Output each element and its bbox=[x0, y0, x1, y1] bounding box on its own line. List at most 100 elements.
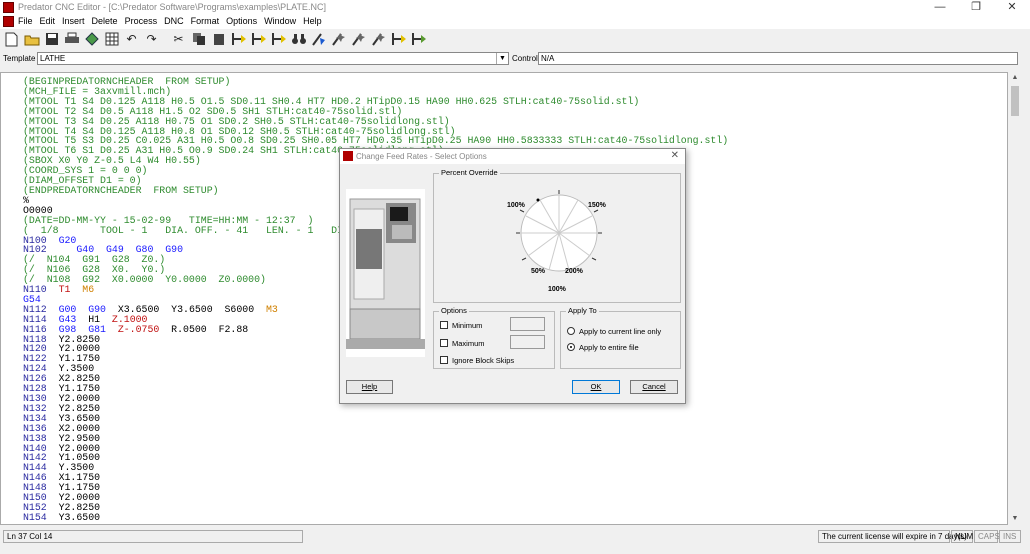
dialog-title-bar: Change Feed Rates - Select Options ✕ bbox=[340, 149, 685, 164]
code-token: N154 bbox=[23, 511, 59, 523]
redo-icon[interactable]: ↷ bbox=[143, 31, 160, 48]
help-button[interactable]: Help bbox=[346, 380, 393, 394]
maximize-button[interactable]: ❐ bbox=[958, 0, 994, 15]
title-bar: Predator CNC Editor - [C:\Predator Softw… bbox=[0, 0, 1030, 15]
minimum-label: Minimum bbox=[452, 321, 483, 330]
license-status: The current license will expire in 7 day… bbox=[818, 530, 967, 543]
delete-icon[interactable] bbox=[350, 31, 367, 48]
menu-format[interactable]: Format bbox=[191, 16, 220, 26]
code-line[interactable]: N144 Y.3500 bbox=[23, 463, 728, 473]
chevron-down-icon[interactable]: ▼ bbox=[496, 53, 508, 64]
paste-icon[interactable] bbox=[210, 31, 227, 48]
template-label: Template bbox=[3, 54, 36, 63]
template-value: LATHE bbox=[40, 54, 66, 63]
percent-override-group: Percent Override 100% 150% 50% 200% 100% bbox=[433, 168, 681, 303]
code-line[interactable]: N140 Y2.0000 bbox=[23, 443, 728, 454]
process-icon[interactable] bbox=[370, 31, 387, 48]
maximum-field[interactable] bbox=[510, 335, 545, 349]
code-line[interactable]: N134 Y3.6500 bbox=[23, 413, 728, 424]
ignore-block-skips-label: Ignore Block Skips bbox=[452, 356, 515, 365]
control-field[interactable]: N/A bbox=[538, 52, 1018, 65]
control-label: Control bbox=[512, 54, 538, 63]
code-line[interactable]: N136 X2.0000 bbox=[23, 423, 728, 434]
lathe-machine-image bbox=[346, 189, 425, 357]
dial-label-200: 200% bbox=[565, 268, 583, 275]
code-line[interactable]: N154 Y3.6500 bbox=[23, 511, 728, 523]
code-line[interactable]: N150 Y2.0000 bbox=[23, 493, 728, 503]
save-icon[interactable] bbox=[43, 31, 60, 48]
apply-entire-file-label: Apply to entire file bbox=[579, 343, 639, 352]
insert-mode-indicator: INS bbox=[999, 530, 1021, 543]
code-line[interactable]: N132 Y2.8250 bbox=[23, 403, 728, 414]
code-token: Y3.6500 bbox=[58, 511, 101, 523]
dial-pointer bbox=[536, 198, 540, 202]
scroll-down-icon[interactable]: ▼ bbox=[1009, 513, 1021, 525]
replace-icon[interactable] bbox=[250, 31, 267, 48]
scroll-up-icon[interactable]: ▲ bbox=[1009, 72, 1021, 84]
insert-icon[interactable] bbox=[330, 31, 347, 48]
document-icon[interactable] bbox=[3, 16, 14, 27]
flag-icon[interactable] bbox=[410, 31, 427, 48]
menu-window[interactable]: Window bbox=[264, 16, 296, 26]
code-token: M3 bbox=[265, 303, 278, 315]
close-button[interactable]: ✕ bbox=[994, 0, 1030, 15]
copy-icon[interactable] bbox=[190, 31, 207, 48]
grid-icon[interactable] bbox=[103, 31, 120, 48]
dial-label-50: 50% bbox=[531, 268, 546, 275]
code-line[interactable]: N152 Y2.8250 bbox=[23, 503, 728, 513]
maximum-checkbox[interactable] bbox=[440, 339, 448, 347]
menu-delete[interactable]: Delete bbox=[92, 16, 118, 26]
ok-button[interactable]: OK bbox=[572, 380, 620, 394]
ignore-block-skips-checkbox[interactable] bbox=[440, 356, 448, 364]
menu-file[interactable]: File bbox=[18, 16, 33, 26]
menu-dnc[interactable]: DNC bbox=[164, 16, 184, 26]
num-lock-indicator: NUM bbox=[951, 530, 973, 543]
app-icon bbox=[3, 2, 14, 13]
scroll-thumb[interactable] bbox=[1011, 86, 1019, 116]
binoculars-icon[interactable] bbox=[290, 31, 307, 48]
menu-help[interactable]: Help bbox=[303, 16, 322, 26]
menu-options[interactable]: Options bbox=[226, 16, 257, 26]
minimize-button[interactable]: — bbox=[922, 0, 958, 15]
code-token: (ENDPREDATORNCHEADER FROM SETUP) bbox=[23, 184, 219, 196]
apply-current-line-radio[interactable] bbox=[567, 327, 575, 335]
menu-process[interactable]: Process bbox=[125, 16, 158, 26]
code-line[interactable]: N146 X1.1750 bbox=[23, 473, 728, 483]
print-icon[interactable] bbox=[63, 31, 80, 48]
cancel-button[interactable]: Cancel bbox=[630, 380, 678, 394]
apply-current-line-label: Apply to current line only bbox=[579, 327, 662, 336]
percent-override-label: Percent Override bbox=[439, 168, 500, 177]
dial-label-100-left: 100% bbox=[507, 202, 525, 209]
minimum-field[interactable] bbox=[510, 317, 545, 331]
dnc-icon[interactable] bbox=[390, 31, 407, 48]
new-file-icon[interactable] bbox=[3, 31, 20, 48]
menu-insert[interactable]: Insert bbox=[62, 16, 85, 26]
find-next-icon[interactable] bbox=[270, 31, 287, 48]
cut-icon[interactable]: ✂ bbox=[170, 31, 187, 48]
apply-to-group: Apply To Apply to current line only Appl… bbox=[560, 306, 681, 369]
code-line[interactable]: N142 Y1.0500 bbox=[23, 453, 728, 463]
code-line[interactable]: N138 Y2.9500 bbox=[23, 433, 728, 444]
template-select[interactable]: LATHE ▼ bbox=[37, 52, 509, 65]
undo-icon[interactable]: ↶ bbox=[123, 31, 140, 48]
vertical-scrollbar[interactable]: ▲ ▼ bbox=[1009, 72, 1021, 525]
diamond-icon[interactable] bbox=[83, 31, 100, 48]
open-folder-icon[interactable] bbox=[23, 31, 40, 48]
template-bar: Template LATHE ▼ Control N/A bbox=[0, 50, 1030, 68]
code-token: R.0500 F2.88 bbox=[171, 323, 249, 335]
minimum-checkbox[interactable] bbox=[440, 321, 448, 329]
apply-to-label: Apply To bbox=[566, 306, 599, 315]
dialog-title: Change Feed Rates - Select Options bbox=[356, 152, 487, 161]
dialog-close-button[interactable]: ✕ bbox=[671, 150, 679, 161]
dialog-app-icon bbox=[343, 151, 353, 161]
status-bar: Ln 37 Col 14 The current license will ex… bbox=[0, 529, 1030, 544]
renumber-icon[interactable] bbox=[310, 31, 327, 48]
caps-lock-indicator: CAPS bbox=[974, 530, 1000, 543]
dial-label-150: 150% bbox=[588, 202, 606, 209]
code-token: Z-.0750 bbox=[117, 323, 172, 335]
code-line[interactable]: N148 Y1.1750 bbox=[23, 483, 728, 493]
menu-edit[interactable]: Edit bbox=[40, 16, 56, 26]
apply-entire-file-radio[interactable] bbox=[567, 343, 575, 351]
find-icon[interactable] bbox=[230, 31, 247, 48]
dial-label-100-bottom: 100% bbox=[548, 286, 566, 293]
